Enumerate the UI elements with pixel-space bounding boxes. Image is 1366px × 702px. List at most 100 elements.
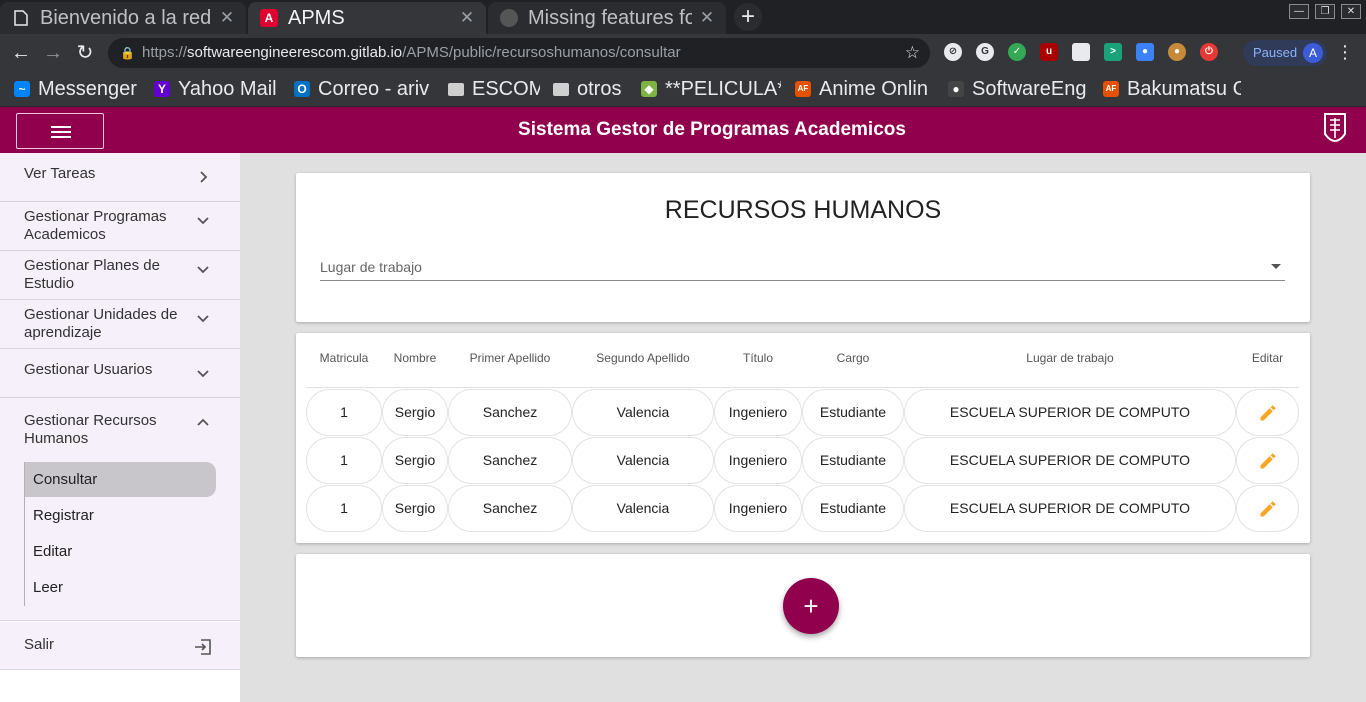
- url-path: /APMS/public/recursoshumanos/consultar: [402, 44, 681, 61]
- bookmark-item[interactable]: otros: [553, 72, 629, 106]
- maximize-icon[interactable]: ❐: [1315, 4, 1335, 19]
- folder-icon: [448, 82, 464, 96]
- sidebar-item-label: Salir: [24, 636, 55, 653]
- af-icon: AF: [795, 81, 811, 97]
- ipn-logo-icon: [1324, 113, 1346, 142]
- reload-icon[interactable]: ↻: [72, 40, 98, 66]
- diamond-icon: ◆: [641, 81, 657, 97]
- bookmark-item[interactable]: AF Bakumatsu G: [1103, 72, 1241, 106]
- address-bar[interactable]: 🔒 https://softwareengineerescom.gitlab.i…: [108, 38, 930, 68]
- messenger-icon: ~: [14, 81, 30, 97]
- cell-segundo-apellido: Valencia: [572, 389, 714, 436]
- bookmark-item[interactable]: Y Yahoo Mail: [154, 72, 280, 106]
- sidebar-item-usuarios[interactable]: Gestionar Usuarios: [0, 349, 240, 398]
- ublock-extension-icon[interactable]: u: [1040, 43, 1058, 61]
- close-tab-icon[interactable]: ✕: [458, 8, 476, 28]
- cell-primer-apellido: Sanchez: [448, 437, 572, 484]
- sidebar-item-programas[interactable]: Gestionar Programas Academicos: [0, 202, 240, 251]
- grammarly-extension-icon[interactable]: G: [976, 43, 994, 61]
- close-tab-icon[interactable]: ✕: [218, 8, 236, 28]
- edit-button[interactable]: [1236, 437, 1299, 484]
- bookmark-label: Correo - ariv: [318, 77, 430, 100]
- logout-icon: [195, 639, 211, 655]
- edit-button[interactable]: [1236, 389, 1299, 436]
- puzzle-extension-icon[interactable]: ●: [1136, 43, 1154, 61]
- shield-extension-icon[interactable]: ✓: [1008, 43, 1026, 61]
- profile-paused-button[interactable]: Paused A: [1243, 40, 1327, 66]
- submenu-item-leer[interactable]: Leer: [25, 570, 216, 605]
- bookmark-label: Messenger: [38, 77, 137, 100]
- cell-matricula: 1: [306, 485, 382, 532]
- url-scheme: https://: [142, 44, 188, 61]
- cell-titulo: Ingeniero: [714, 389, 802, 436]
- tab-title: APMS: [288, 6, 345, 29]
- cell-lugar: ESCUELA SUPERIOR DE COMPUTO: [904, 389, 1236, 436]
- sidebar-item-label: Gestionar Recursos Humanos: [24, 412, 157, 447]
- close-tab-icon[interactable]: ✕: [698, 8, 716, 28]
- browser-tab-apms[interactable]: A APMS ✕: [248, 2, 486, 34]
- af-icon: AF: [1103, 81, 1119, 97]
- edit-button[interactable]: [1236, 485, 1299, 532]
- power-extension-icon[interactable]: ⏻: [1200, 43, 1218, 61]
- sidebar-item-salir[interactable]: Salir: [0, 622, 240, 670]
- sidebar-item-recursos-humanos[interactable]: Gestionar Recursos Humanos: [0, 398, 240, 451]
- sidebar-item-unidades[interactable]: Gestionar Unidades de aprendizaje: [0, 300, 240, 349]
- document-icon: [12, 9, 30, 27]
- bookmark-item[interactable]: ● SoftwareEng: [948, 72, 1086, 106]
- tab-title: Missing features fo: [528, 6, 692, 29]
- terminal-extension-icon[interactable]: >: [1104, 43, 1122, 61]
- column-header: Cargo: [836, 351, 870, 365]
- block-extension-icon[interactable]: ⊘: [944, 43, 962, 61]
- header-card: RECURSOS HUMANOS Lugar de trabajo: [296, 173, 1310, 322]
- outlook-icon: O: [294, 81, 310, 97]
- bookmarks-bar: ~ Messenger Y Yahoo Mail O Correo - ariv ESCOM…: [0, 72, 1366, 107]
- kebab-menu-icon[interactable]: ⋮: [1336, 42, 1354, 63]
- angular-icon: A: [260, 9, 278, 27]
- bookmark-label: ESCOM: [472, 77, 540, 100]
- yahoo-icon: Y: [154, 81, 170, 97]
- sidebar-item-ver-tareas[interactable]: Ver Tareas: [0, 153, 240, 202]
- bookmark-star-icon[interactable]: ☆: [905, 38, 920, 68]
- cube-extension-icon[interactable]: [1072, 43, 1090, 61]
- chevron-down-icon: [197, 315, 209, 323]
- add-recurso-button[interactable]: +: [783, 578, 839, 634]
- cookie-extension-icon[interactable]: ●: [1168, 43, 1186, 61]
- lugar-de-trabajo-select[interactable]: Lugar de trabajo: [320, 253, 1285, 281]
- submenu-item-registrar[interactable]: Registrar: [25, 498, 216, 533]
- cell-primer-apellido: Sanchez: [448, 485, 572, 532]
- cell-segundo-apellido: Valencia: [572, 437, 714, 484]
- cell-lugar: ESCUELA SUPERIOR DE COMPUTO: [904, 437, 1236, 484]
- bookmark-item[interactable]: ~ Messenger: [14, 72, 146, 106]
- cell-cargo: Estudiante: [802, 437, 904, 484]
- github-icon: [500, 9, 518, 27]
- chevron-down-icon: [197, 266, 209, 274]
- cell-titulo: Ingeniero: [714, 437, 802, 484]
- cell-primer-apellido: Sanchez: [448, 389, 572, 436]
- cell-titulo: Ingeniero: [714, 485, 802, 532]
- bookmark-label: Bakumatsu G: [1127, 77, 1241, 100]
- browser-tab-missing-features[interactable]: Missing features fo ✕: [488, 2, 726, 34]
- browser-tab-bienvenido[interactable]: Bienvenido a la red ✕: [0, 2, 246, 34]
- app-title: Sistema Gestor de Programas Academicos: [518, 119, 906, 140]
- page-title: RECURSOS HUMANOS: [664, 196, 942, 224]
- submenu-item-editar[interactable]: Editar: [25, 534, 216, 569]
- forward-icon[interactable]: →: [40, 40, 66, 66]
- cell-lugar: ESCUELA SUPERIOR DE COMPUTO: [904, 485, 1236, 532]
- bookmark-item[interactable]: ◆ **PELICULA*: [641, 72, 781, 106]
- sidebar-item-label: Gestionar Programas Academicos: [24, 208, 167, 243]
- new-tab-button[interactable]: +: [734, 3, 762, 31]
- sidebar-item-planes[interactable]: Gestionar Planes de Estudio: [0, 251, 240, 300]
- pencil-icon: [1260, 405, 1276, 421]
- minimize-icon[interactable]: —: [1289, 4, 1309, 19]
- sidebar-item-label: Ver Tareas: [24, 165, 96, 182]
- browser-toolbar: ← → ↻ 🔒 https://softwareengineerescom.gi…: [0, 34, 1366, 72]
- submenu-item-consultar[interactable]: Consultar: [25, 462, 216, 497]
- close-window-icon[interactable]: ✕: [1341, 4, 1361, 19]
- back-icon[interactable]: ←: [8, 40, 34, 66]
- column-header: Primer Apellido: [469, 351, 551, 365]
- header-divider: [306, 387, 1299, 388]
- bookmark-item[interactable]: AF Anime Onlin: [795, 72, 933, 106]
- bookmark-item[interactable]: O Correo - ariv: [294, 72, 432, 106]
- table-card: Matricula Nombre Primer Apellido Segundo…: [296, 333, 1310, 543]
- bookmark-item[interactable]: ESCOM: [448, 72, 540, 106]
